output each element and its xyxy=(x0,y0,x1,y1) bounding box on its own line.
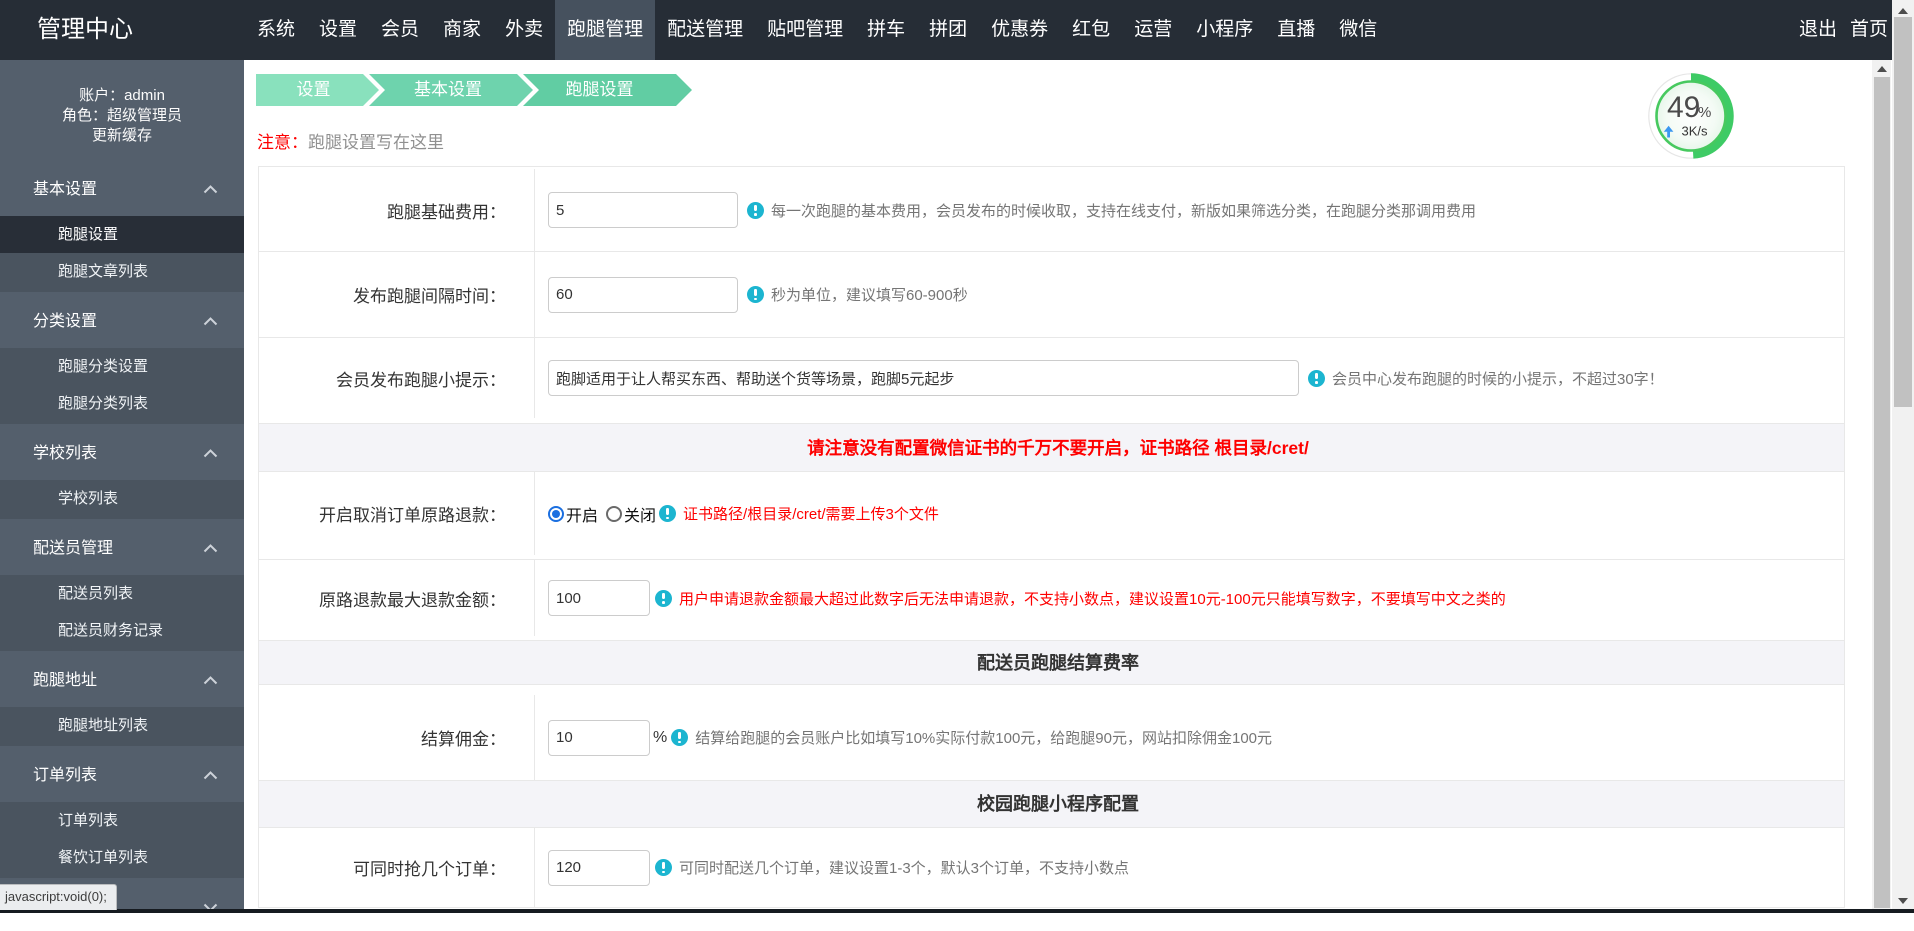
svg-text:3K/s: 3K/s xyxy=(1682,124,1709,139)
svg-text:%: % xyxy=(1698,104,1711,121)
svg-text:49: 49 xyxy=(1667,91,1700,124)
